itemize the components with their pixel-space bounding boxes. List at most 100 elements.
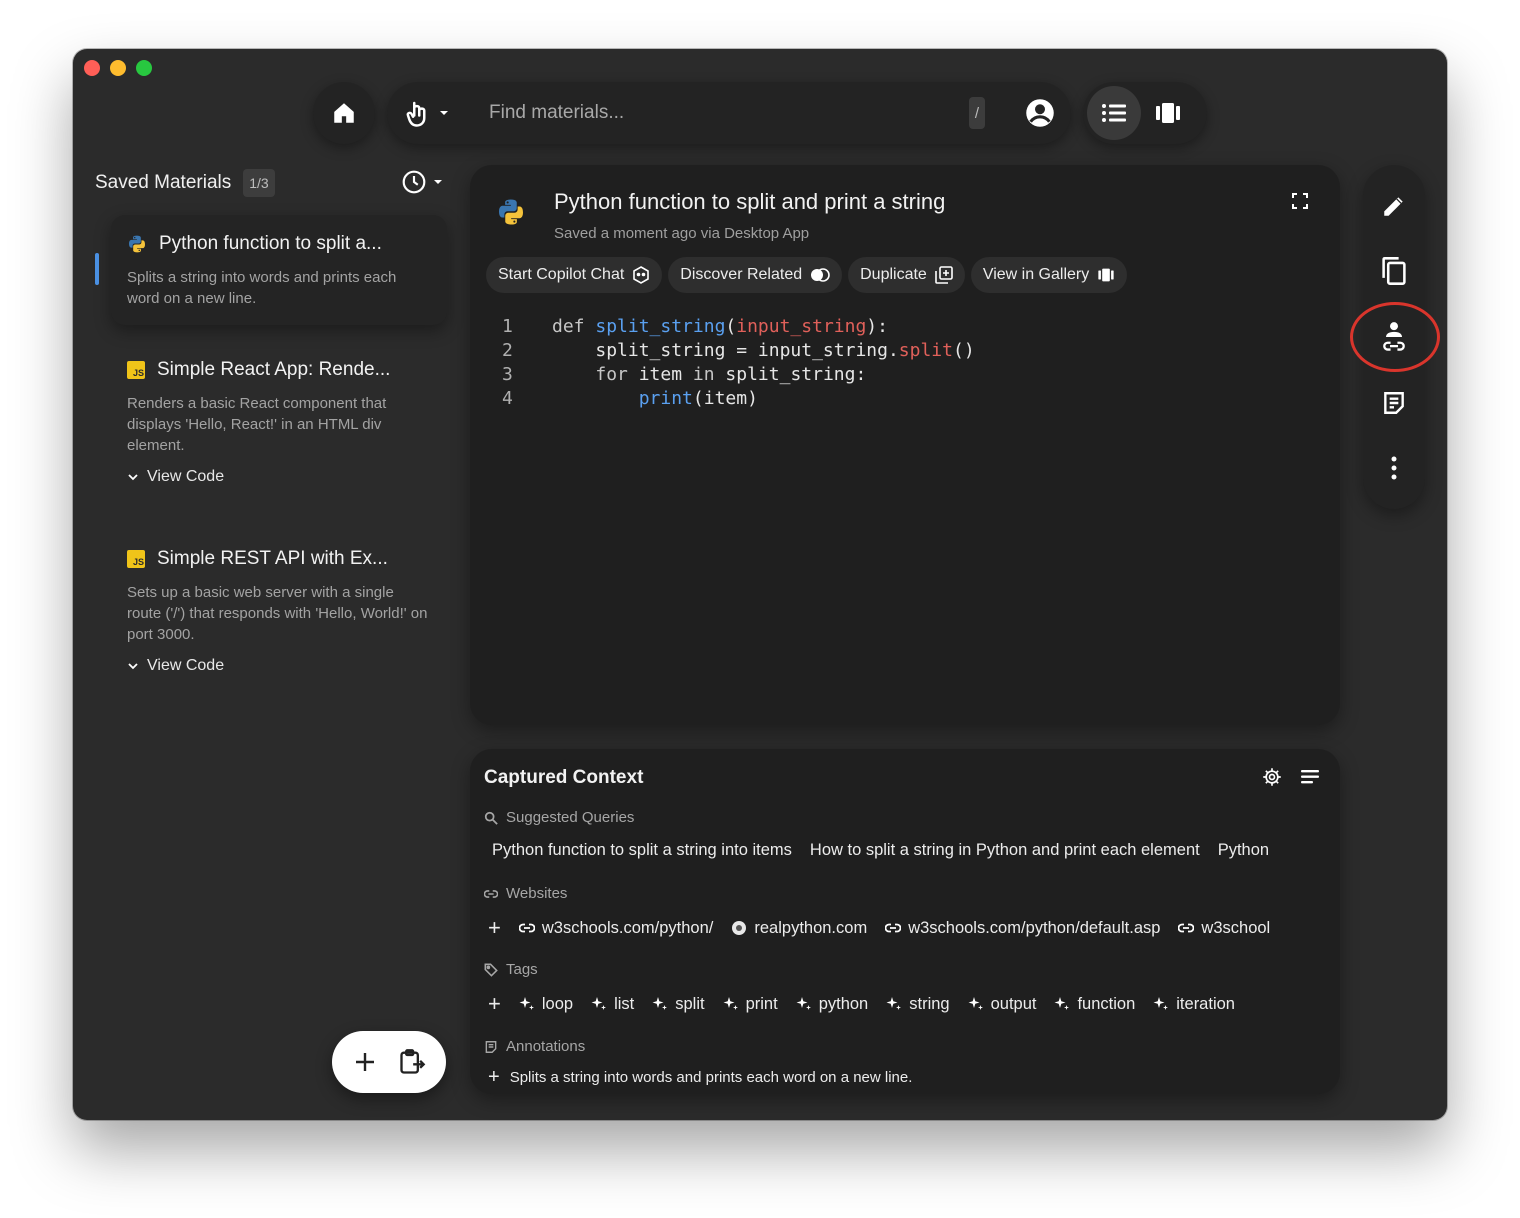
code-line: 4 print (item)	[502, 388, 758, 409]
tag-chip[interactable]: output	[968, 995, 1036, 1014]
tag-chip[interactable]: print	[723, 995, 778, 1014]
window-controls	[84, 60, 152, 76]
realpython-favicon-icon	[732, 921, 747, 935]
filter-dropdown[interactable]	[403, 98, 473, 128]
suggested-query[interactable]: Python	[1218, 841, 1269, 860]
python-icon	[129, 235, 145, 253]
add-annotation-button[interactable]: +	[488, 1067, 500, 1087]
annotations-label: Annotations	[484, 1038, 585, 1055]
tags-label: Tags	[484, 961, 538, 978]
edit-button[interactable]	[1372, 184, 1416, 228]
code-viewer[interactable]: 1 def split_string(input_string): 2 split…	[502, 315, 975, 411]
notes-button[interactable]	[1372, 381, 1416, 425]
add-tag-button[interactable]: +	[488, 993, 501, 1015]
paste-material-button[interactable]	[398, 1048, 426, 1076]
person-link-icon	[1383, 322, 1405, 351]
close-window-button[interactable]	[84, 60, 100, 76]
material-actions: Start Copilot Chat Discover Related Dupl…	[486, 257, 1128, 293]
more-vertical-icon	[1391, 456, 1397, 480]
context-list-view-button[interactable]	[1300, 767, 1320, 787]
lines-icon	[1301, 770, 1319, 784]
link-icon	[885, 923, 902, 933]
website-link[interactable]: w3schools.com/python/default.asp	[885, 919, 1160, 938]
clock-icon	[402, 170, 426, 194]
discover-icon	[811, 268, 830, 282]
context-settings-button[interactable]	[1262, 767, 1282, 787]
account-button[interactable]	[1025, 98, 1055, 128]
start-copilot-chat-button[interactable]: Start Copilot Chat	[486, 257, 663, 293]
annotation-icon	[485, 1040, 497, 1053]
suggested-query[interactable]: How to split a string in Python and prin…	[810, 841, 1200, 860]
minimize-window-button[interactable]	[110, 60, 126, 76]
more-options-button[interactable]	[1372, 446, 1416, 490]
search-shortcut-key: /	[969, 97, 985, 129]
sparkle-icon	[796, 997, 811, 1010]
tag-chip[interactable]: function	[1054, 995, 1135, 1014]
notes-icon	[1384, 391, 1404, 414]
sparkle-icon	[968, 997, 983, 1010]
clipboard-paste-icon	[399, 1049, 425, 1074]
discover-related-button[interactable]: Discover Related	[668, 257, 843, 293]
tag-chip[interactable]: split	[652, 995, 705, 1014]
add-website-button[interactable]: +	[488, 917, 501, 939]
gesture-filter-icon	[406, 101, 426, 127]
pencil-icon	[1384, 197, 1403, 216]
material-title: Simple React App: Rende...	[157, 359, 391, 380]
material-item[interactable]: Python function to split a... Splits a s…	[95, 215, 447, 325]
account-icon	[1026, 99, 1054, 127]
tag-chip[interactable]: list	[591, 995, 634, 1014]
view-code-toggle[interactable]: View Code	[127, 657, 431, 675]
material-item[interactable]: JS Simple REST API with Ex... Sets up a …	[95, 530, 447, 691]
tag-icon	[484, 963, 498, 977]
zoom-window-button[interactable]	[136, 60, 152, 76]
gallery-view-button[interactable]	[1141, 86, 1195, 140]
sparkle-icon	[1054, 997, 1070, 1010]
home-icon	[334, 103, 354, 123]
search-input[interactable]	[489, 102, 969, 124]
home-button[interactable]	[313, 82, 375, 144]
list-view-button[interactable]	[1087, 86, 1141, 140]
website-link[interactable]: realpython.com	[731, 919, 867, 938]
websites-label: Websites	[484, 885, 567, 902]
tag-chip[interactable]: python	[796, 995, 868, 1014]
javascript-icon: JS	[127, 550, 145, 568]
website-link[interactable]: w3school	[1178, 919, 1270, 938]
add-material-button[interactable]	[353, 1050, 377, 1074]
material-description: Sets up a basic web server with a single…	[127, 584, 428, 643]
material-description: Renders a basic React component that dis…	[127, 395, 387, 454]
materials-count-badge: 1/3	[243, 169, 275, 197]
suggested-queries-row: Python function to split a string into i…	[492, 841, 1328, 860]
view-code-toggle[interactable]: View Code	[127, 468, 431, 486]
sparkle-icon	[723, 997, 738, 1010]
sparkle-icon	[652, 997, 668, 1010]
view-code-label: View Code	[147, 468, 225, 485]
app-window: / Saved Materials 1/3 Python function to…	[73, 49, 1447, 1120]
suggested-query[interactable]: Python function to split a string into i…	[492, 841, 792, 860]
code-line: 3 for item in split_string:	[502, 364, 867, 385]
search-bar: /	[387, 82, 1071, 144]
material-title: Simple REST API with Ex...	[157, 548, 388, 569]
material-title: Python function to split and print a str…	[554, 189, 946, 214]
sparkle-icon	[591, 997, 607, 1010]
view-in-gallery-button[interactable]: View in Gallery	[970, 257, 1128, 293]
duplicate-button[interactable]: Duplicate	[848, 257, 965, 293]
quick-actions-pill	[332, 1031, 446, 1093]
tag-chip[interactable]: loop	[519, 995, 573, 1014]
expand-button[interactable]	[1292, 193, 1308, 214]
expand-icon	[1292, 193, 1308, 209]
link-icon	[484, 889, 498, 898]
chevron-down-icon	[128, 474, 138, 481]
copy-button[interactable]	[1372, 249, 1416, 293]
share-link-button[interactable]	[1372, 315, 1416, 359]
tag-chip[interactable]: iteration	[1153, 995, 1235, 1014]
copilot-icon	[633, 266, 650, 284]
active-indicator	[95, 253, 99, 285]
sort-recent-dropdown[interactable]	[401, 169, 443, 195]
code-line: 1 def split_string(input_string):	[502, 316, 888, 337]
material-item[interactable]: JS Simple React App: Rende... Renders a …	[95, 341, 447, 502]
list-icon	[1102, 104, 1126, 122]
tag-chip[interactable]: string	[886, 995, 950, 1014]
website-link[interactable]: w3schools.com/python/	[518, 919, 713, 938]
code-line: 2 split_string = input_string. split()	[502, 340, 975, 361]
material-saved-info: Saved a moment ago via Desktop App	[554, 225, 810, 242]
